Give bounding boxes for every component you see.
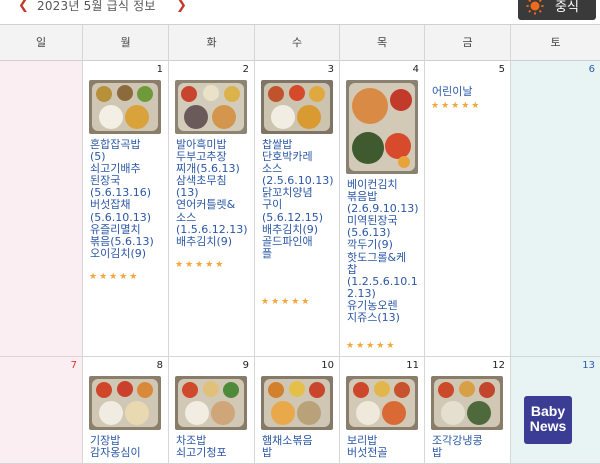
rating-stars[interactable]: ★★★★★: [261, 297, 311, 307]
weekday-thu: 목: [340, 25, 425, 61]
meal-photo[interactable]: [89, 376, 161, 430]
badge-line-2: News: [529, 418, 567, 434]
meal-photo[interactable]: [175, 80, 247, 134]
sun-icon: [526, 0, 544, 15]
day-number: 4: [412, 64, 419, 75]
weekday-mon: 월: [83, 25, 169, 61]
day-cell-1[interactable]: 1 혼합잡곡밥 (5) 쇠고기배추 된장국 (5.6.13.16) 버섯잡채 (…: [83, 61, 169, 357]
day-cell-3[interactable]: 3 찹쌀밥 단호박카레 소스 (2.5.6.10.13) 닭꼬치양념 구이 (5…: [255, 61, 340, 357]
day-number: 13: [582, 360, 595, 371]
menu-text: 찹쌀밥 단호박카레 소스 (2.5.6.10.13) 닭꼬치양념 구이 (5.6…: [262, 138, 334, 260]
day-cell-2[interactable]: 2 발아흑미밥 두부고추장 찌개(5.6.13) 삼색초무침 (13) 연어커틀…: [169, 61, 255, 357]
day-cell-8[interactable]: 8 기장밥 감자옹심이: [83, 357, 169, 464]
menu-text: 어린이날: [432, 85, 473, 98]
day-cell-10[interactable]: 10 햄채소볶음 밥: [255, 357, 340, 464]
day-cell-12[interactable]: 12 조각강냉콩 밥: [425, 357, 511, 464]
menu-text: 기장밥 감자옹심이: [90, 434, 141, 460]
weekday-tue: 화: [169, 25, 255, 61]
meal-calendar: 일 월 화 수 목 금 토 1 혼합잡곡밥 (5) 쇠고기배추 된장국 (5.6…: [0, 24, 600, 464]
lunch-button[interactable]: 중식: [518, 0, 596, 20]
rating-stars[interactable]: ★★★★★: [89, 272, 139, 282]
weekday-wed: 수: [255, 25, 340, 61]
meal-photo[interactable]: [261, 80, 333, 134]
day-cell-6: 6: [511, 61, 600, 357]
day-number: 7: [70, 360, 77, 371]
menu-text: 베이컨김치 볶음밥 (2.6.9.10.13) 미역된장국 (5.6.13) 깍…: [347, 178, 419, 325]
meal-photo[interactable]: [89, 80, 161, 134]
day-number: 5: [498, 64, 505, 75]
day-cell-7: 7: [0, 357, 83, 464]
meal-photo[interactable]: [346, 376, 418, 430]
weekday-sat: 토: [550, 36, 561, 49]
weekday-fri: 금: [425, 25, 511, 61]
menu-text: 발아흑미밥 두부고추장 찌개(5.6.13) 삼색초무침 (13) 연어커틀렛&…: [176, 138, 248, 248]
day-number: 9: [242, 360, 249, 371]
day-cell-11[interactable]: 11 보리밥 버섯전골: [340, 357, 425, 464]
menu-text: 보리밥 버섯전골: [347, 434, 388, 460]
day-number: 6: [588, 64, 595, 75]
meal-photo[interactable]: [346, 80, 418, 174]
day-number: 1: [156, 64, 163, 75]
day-number: 2: [242, 64, 249, 75]
day-cell-4[interactable]: 4 베이컨김치 볶음밥 (2.6.9.10.13) 미역된장국 (5.6.13)…: [340, 61, 425, 357]
day-number: 3: [327, 64, 334, 75]
weekday-sun: 일: [0, 25, 83, 61]
month-title: 2023년 5월 급식 정보: [37, 0, 156, 13]
meal-photo[interactable]: [431, 376, 503, 430]
rating-stars[interactable]: ★★★★★: [346, 341, 396, 351]
badge-line-1: Baby: [530, 403, 566, 419]
day-number: 12: [492, 360, 505, 371]
menu-text: 햄채소볶음 밥: [262, 434, 313, 460]
next-month-button[interactable]: ❯: [176, 0, 187, 13]
menu-text: 혼합잡곡밥 (5) 쇠고기배추 된장국 (5.6.13.16) 버섯잡채 (5.…: [90, 138, 154, 260]
day-cell-9[interactable]: 9 차조밥 쇠고기청포: [169, 357, 255, 464]
day-number: 11: [406, 360, 419, 371]
day-cell-empty: [0, 61, 83, 357]
rating-stars[interactable]: ★★★★★: [431, 101, 481, 111]
babynews-watermark-logo: Baby News: [524, 396, 572, 444]
lunch-button-label: 중식: [555, 0, 579, 15]
weekday-header: 일 월 화 수 목 금 토: [0, 24, 600, 61]
day-number: 8: [156, 360, 163, 371]
menu-text: 차조밥 쇠고기청포: [176, 434, 227, 460]
rating-stars[interactable]: ★★★★★: [175, 260, 225, 270]
prev-month-button[interactable]: ❮: [18, 0, 29, 13]
meal-photo[interactable]: [261, 376, 333, 430]
menu-text: 조각강냉콩 밥: [432, 434, 483, 460]
meal-photo[interactable]: [175, 376, 247, 430]
day-number: 10: [321, 360, 334, 371]
month-nav-bar: ❮ 2023년 5월 급식 정보 ❯ 중식: [0, 0, 600, 24]
day-cell-5[interactable]: 5 어린이날 ★★★★★: [425, 61, 511, 357]
